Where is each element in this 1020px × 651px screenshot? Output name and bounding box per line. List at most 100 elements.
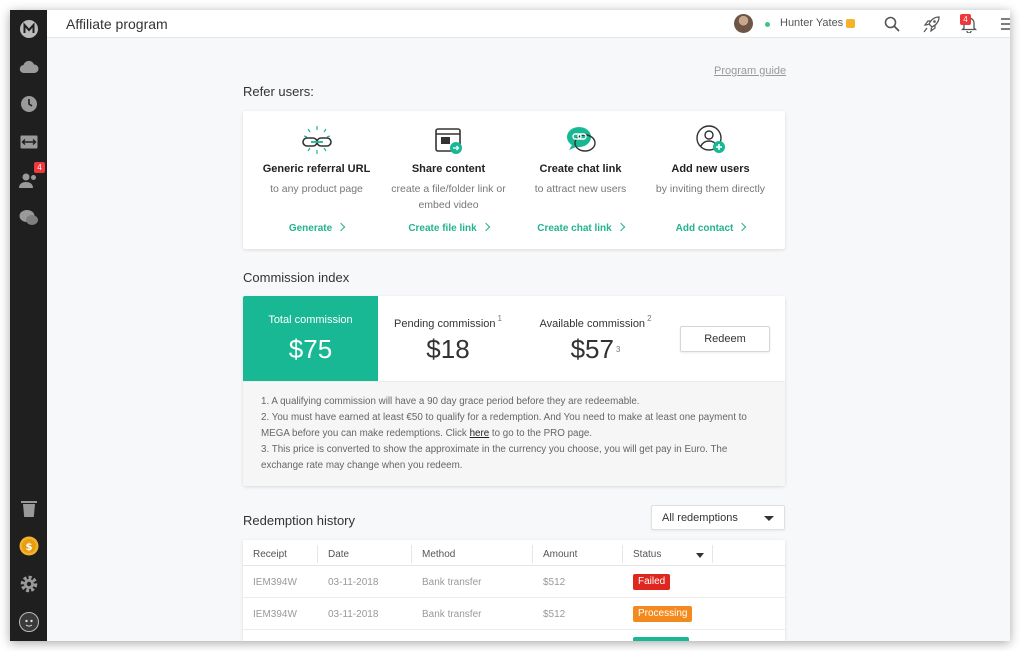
filter-value: All redemptions	[662, 512, 738, 524]
cell-date: 03-11-2018	[328, 609, 379, 620]
table-row[interactable]: IEM394W 03-11-2018 Bank transfer $512 Fa…	[243, 566, 785, 598]
total-commission-label: Total commission	[268, 314, 353, 326]
redemption-filter-select[interactable]: All redemptions	[651, 505, 785, 530]
column-divider	[317, 545, 318, 563]
pro-badge-icon	[846, 19, 855, 28]
total-commission: Total commission $75	[243, 296, 378, 381]
chevron-right-icon	[738, 222, 747, 232]
refer-item-title: Share content	[411, 163, 486, 175]
sort-caret-icon[interactable]	[696, 553, 704, 558]
refer-link-label[interactable]: Create file link	[408, 223, 476, 234]
cell-amount: $512	[543, 609, 566, 620]
status-badge-processing: Processing	[633, 606, 693, 622]
column-divider	[622, 545, 623, 563]
refer-item-title: Generic referral URL	[262, 163, 371, 175]
table-row[interactable]	[243, 630, 785, 641]
online-status-dot	[765, 22, 770, 27]
chat-link-icon	[564, 123, 598, 157]
cell-date: 03-11-2018	[328, 577, 379, 588]
available-commission-label-wrap: Available commission 2	[518, 314, 673, 330]
footnote-marker: 3	[615, 345, 621, 354]
column-header-date[interactable]: Date	[328, 549, 349, 560]
commission-notes: 1. A qualifying commission will have a 9…	[243, 381, 785, 486]
refer-generic-url: Generic referral URL to any product page…	[249, 111, 384, 249]
referral-link-icon	[300, 123, 334, 157]
chat-icon[interactable]	[18, 207, 39, 228]
refer-chat-link: Create chat link to attract new users Cr…	[513, 111, 648, 249]
available-commission-label: Available commission	[539, 318, 646, 330]
avatar-icon[interactable]	[18, 611, 39, 632]
column-header-status[interactable]: Status	[633, 549, 661, 560]
page-title: Affiliate program	[66, 16, 168, 32]
table-row[interactable]: IEM394W 03-11-2018 Bank transfer $512 Pr…	[243, 598, 785, 630]
refer-share-content: Share content create a file/folder link …	[381, 111, 516, 249]
rocket-icon[interactable]	[922, 15, 940, 33]
refer-item-title: Create chat link	[539, 163, 622, 175]
program-guide-link[interactable]: Program guide	[714, 65, 786, 77]
redeem-button[interactable]: Redeem	[680, 326, 770, 352]
cell-method: Bank transfer	[422, 577, 482, 588]
cell-receipt: IEM394W	[253, 609, 297, 620]
app-window: 4 $ Affiliate program Hunter Yates 4 Pro…	[10, 10, 1010, 641]
transfer-icon[interactable]	[18, 131, 39, 152]
search-icon[interactable]	[883, 15, 901, 33]
chevron-right-icon	[336, 222, 346, 232]
total-commission-value: $75	[288, 334, 333, 364]
notification-badge: 4	[960, 14, 971, 25]
coin-icon[interactable]: $	[18, 535, 39, 556]
redemption-history-title: Redemption history	[243, 513, 355, 528]
sidebar: 4 $	[10, 10, 47, 641]
pending-commission-label-wrap: Pending commission 1	[378, 314, 518, 330]
refer-item-desc: to attract new users	[534, 183, 627, 195]
refer-item-desc: by inviting them directly	[655, 183, 766, 195]
user-avatar[interactable]	[734, 14, 753, 33]
commission-index-title: Commission index	[243, 270, 350, 285]
add-contact-link[interactable]: Add contact	[643, 222, 778, 234]
cell-method: Bank transfer	[422, 609, 482, 620]
status-badge	[633, 637, 689, 641]
trash-icon[interactable]	[18, 497, 39, 518]
chevron-right-icon	[481, 222, 490, 232]
note-2-text-end: to go to the PRO page.	[489, 428, 593, 439]
refer-link-label[interactable]: Generate	[289, 223, 332, 234]
column-header-method[interactable]: Method	[422, 549, 455, 560]
cloud-icon[interactable]	[18, 56, 39, 77]
refer-link-label[interactable]: Add contact	[676, 223, 734, 234]
share-content-icon	[432, 123, 466, 157]
pro-page-link[interactable]: here	[470, 428, 490, 439]
refer-item-title: Add new users	[671, 163, 750, 175]
create-file-link[interactable]: Create file link	[381, 222, 516, 234]
note-2: 2. You must have earned at least €50 to …	[261, 410, 771, 442]
refer-users-card: Generic referral URL to any product page…	[243, 111, 785, 249]
chevron-right-icon	[616, 222, 625, 232]
caret-down-icon	[764, 516, 774, 521]
column-header-receipt[interactable]: Receipt	[253, 549, 287, 560]
svg-text:$: $	[25, 542, 32, 553]
refer-item-desc: to any product page	[270, 183, 363, 195]
gear-icon[interactable]	[18, 573, 39, 594]
column-header-amount[interactable]: Amount	[543, 549, 577, 560]
cell-receipt: IEM394W	[253, 577, 297, 588]
menu-icon[interactable]	[999, 15, 1010, 33]
refer-users-title: Refer users:	[243, 84, 314, 99]
refer-item-desc: create a file/folder link or embed video	[391, 183, 506, 211]
refer-link-label[interactable]: Create chat link	[537, 223, 611, 234]
column-divider	[532, 545, 533, 563]
user-name[interactable]: Hunter Yates	[780, 17, 843, 29]
footnote-marker: 1	[497, 314, 502, 323]
create-chat-link[interactable]: Create chat link	[513, 222, 648, 234]
refer-add-users: Add new users by inviting them directly …	[643, 111, 778, 249]
cell-amount: $512	[543, 577, 566, 588]
available-commission: Available commission 2 $57 3	[518, 296, 673, 381]
top-bar: Affiliate program Hunter Yates 4	[47, 10, 1010, 38]
pending-commission-value: $18	[426, 334, 470, 364]
pending-commission-label: Pending commission	[394, 318, 496, 330]
mega-logo-icon[interactable]	[18, 18, 39, 39]
commission-card: Total commission $75 Pending commission 1…	[243, 296, 785, 486]
note-1: 1. A qualifying commission will have a 9…	[261, 396, 640, 407]
available-commission-value-wrap: $57 3	[518, 334, 673, 365]
status-badge-failed: Failed	[633, 574, 671, 590]
column-divider	[411, 545, 412, 563]
clock-icon[interactable]	[18, 93, 39, 114]
generate-link[interactable]: Generate	[249, 222, 384, 234]
